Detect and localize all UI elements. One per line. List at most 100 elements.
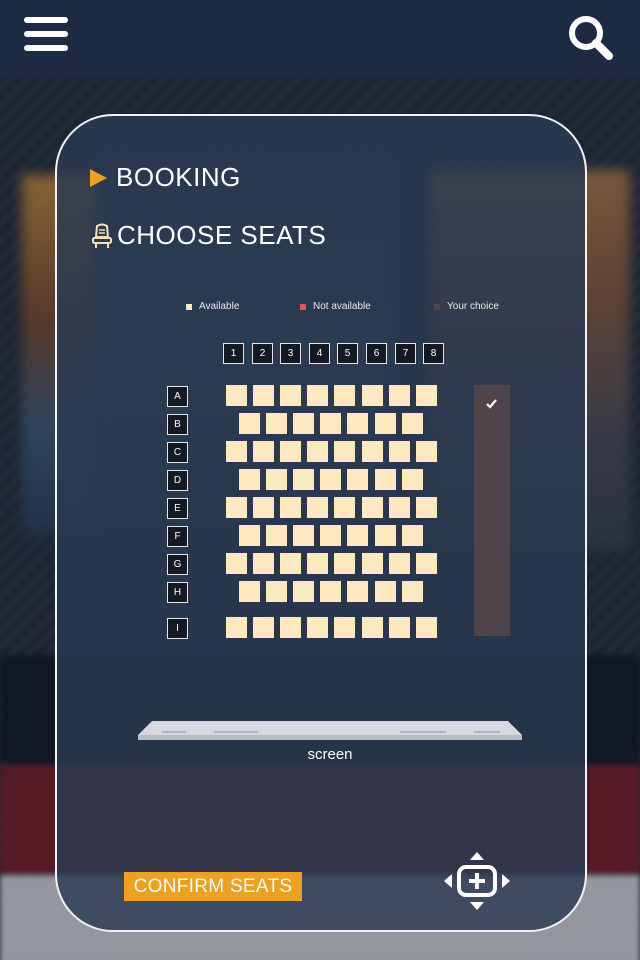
seat[interactable] [362, 497, 383, 518]
seat[interactable] [307, 385, 328, 406]
legend-swatch [434, 303, 440, 310]
seat[interactable] [239, 413, 260, 434]
seat[interactable] [416, 441, 437, 462]
seat[interactable] [389, 441, 410, 462]
seat[interactable] [389, 385, 410, 406]
column-number: 2 [252, 343, 273, 364]
column-number: 1 [223, 343, 244, 364]
confirm-seats-button[interactable]: CONFIRM SEATS [124, 872, 302, 901]
seat[interactable] [416, 497, 437, 518]
legend-label: Not available [313, 301, 371, 312]
seat[interactable] [280, 441, 301, 462]
seat[interactable] [375, 581, 396, 602]
checkmark-icon [486, 399, 497, 409]
column-number: 7 [395, 343, 416, 364]
booking-title: BOOKING [116, 162, 241, 192]
seat[interactable] [266, 469, 287, 490]
seat[interactable] [375, 413, 396, 434]
seat[interactable] [320, 469, 341, 490]
seat[interactable] [266, 413, 287, 434]
seat[interactable] [253, 497, 274, 518]
seat[interactable] [347, 525, 368, 546]
row-label: E [167, 498, 188, 519]
column-number: 5 [337, 343, 358, 364]
seat[interactable] [334, 497, 355, 518]
column-number: 6 [366, 343, 387, 364]
seat[interactable] [334, 385, 355, 406]
seat[interactable] [253, 385, 274, 406]
seat[interactable] [402, 525, 423, 546]
seat[interactable] [226, 617, 247, 638]
seat[interactable] [375, 469, 396, 490]
seat[interactable] [239, 525, 260, 546]
seat[interactable] [402, 469, 423, 490]
seat[interactable] [293, 413, 314, 434]
legend-swatch [186, 303, 192, 310]
seat[interactable] [239, 469, 260, 490]
seat[interactable] [266, 581, 287, 602]
row-label: D [167, 470, 188, 491]
screen-label: screen [307, 746, 353, 763]
seat[interactable] [226, 441, 247, 462]
seat[interactable] [347, 469, 368, 490]
row-label: G [167, 554, 188, 575]
seat[interactable] [280, 385, 301, 406]
seat[interactable] [226, 385, 247, 406]
seat[interactable] [375, 525, 396, 546]
seat[interactable] [320, 413, 341, 434]
seat[interactable] [307, 441, 328, 462]
seat[interactable] [239, 581, 260, 602]
top-bar [0, 0, 640, 77]
seat[interactable] [266, 525, 287, 546]
seat[interactable] [307, 617, 328, 638]
seat[interactable] [226, 497, 247, 518]
seat[interactable] [280, 553, 301, 574]
seat[interactable] [416, 385, 437, 406]
seat[interactable] [320, 581, 341, 602]
seat[interactable] [253, 553, 274, 574]
seat[interactable] [362, 617, 383, 638]
seat[interactable] [334, 617, 355, 638]
seat[interactable] [402, 581, 423, 602]
legend-swatch [300, 303, 306, 310]
legend-your-choice: Your choice [434, 301, 499, 312]
legend-not-available: Not available [300, 301, 371, 312]
seat[interactable] [320, 525, 341, 546]
play-arrow-icon [90, 168, 107, 187]
legend-label: Your choice [447, 301, 499, 312]
seat[interactable] [280, 617, 301, 638]
cinema-screen [138, 721, 522, 740]
row-label: H [167, 582, 188, 603]
seat[interactable] [347, 413, 368, 434]
seat[interactable] [226, 553, 247, 574]
seat[interactable] [416, 617, 437, 638]
move-arrows-icon[interactable] [443, 851, 511, 911]
your-choice-column [474, 385, 510, 636]
seat[interactable] [389, 553, 410, 574]
column-number: 8 [423, 343, 444, 364]
seat[interactable] [389, 617, 410, 638]
seat[interactable] [280, 497, 301, 518]
choose-seats-title: CHOOSE SEATS [117, 220, 327, 250]
seat[interactable] [402, 413, 423, 434]
seat[interactable] [293, 525, 314, 546]
row-label: I [167, 618, 188, 639]
seat[interactable] [347, 581, 368, 602]
seat[interactable] [307, 553, 328, 574]
seat[interactable] [293, 581, 314, 602]
seat[interactable] [253, 617, 274, 638]
seat[interactable] [307, 497, 328, 518]
seat[interactable] [362, 385, 383, 406]
seat[interactable] [334, 441, 355, 462]
seat-icon [92, 223, 112, 248]
seat[interactable] [334, 553, 355, 574]
hamburger-menu-icon[interactable] [24, 17, 68, 53]
seat[interactable] [416, 553, 437, 574]
seat[interactable] [253, 441, 274, 462]
seat[interactable] [389, 497, 410, 518]
column-number: 3 [280, 343, 301, 364]
seat[interactable] [293, 469, 314, 490]
search-icon[interactable] [567, 14, 613, 60]
seat[interactable] [362, 553, 383, 574]
seat[interactable] [362, 441, 383, 462]
